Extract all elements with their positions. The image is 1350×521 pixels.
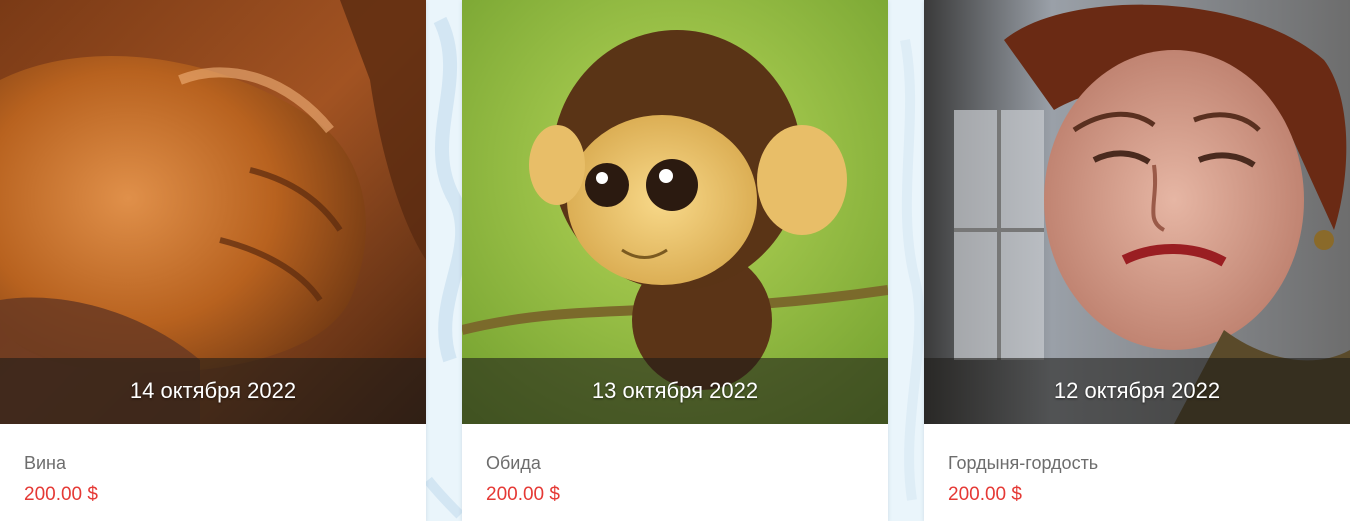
- product-date: 13 октября 2022: [462, 358, 888, 424]
- product-title[interactable]: Гордыня-гордость: [948, 453, 1098, 474]
- product-card[interactable]: 14 октября 2022 Вина 200.00 $: [0, 0, 426, 521]
- product-date: 14 октября 2022: [0, 358, 426, 424]
- product-card[interactable]: 12 октября 2022 Гордыня-гордость 200.00 …: [924, 0, 1350, 521]
- product-title[interactable]: Обида: [486, 453, 541, 474]
- product-card[interactable]: 13 октября 2022 Обида 200.00 $: [462, 0, 888, 521]
- product-price: 200.00 $: [948, 484, 1022, 505]
- product-title[interactable]: Вина: [24, 453, 66, 474]
- product-date: 12 октября 2022: [924, 358, 1350, 424]
- product-grid: 14 октября 2022 Вина 200.00 $ 13 октября…: [0, 0, 1350, 521]
- product-image[interactable]: 13 октября 2022: [462, 0, 888, 424]
- product-price: 200.00 $: [486, 484, 560, 505]
- product-price: 200.00 $: [24, 484, 98, 505]
- product-image[interactable]: 14 октября 2022: [0, 0, 426, 424]
- product-image[interactable]: 12 октября 2022: [924, 0, 1350, 424]
